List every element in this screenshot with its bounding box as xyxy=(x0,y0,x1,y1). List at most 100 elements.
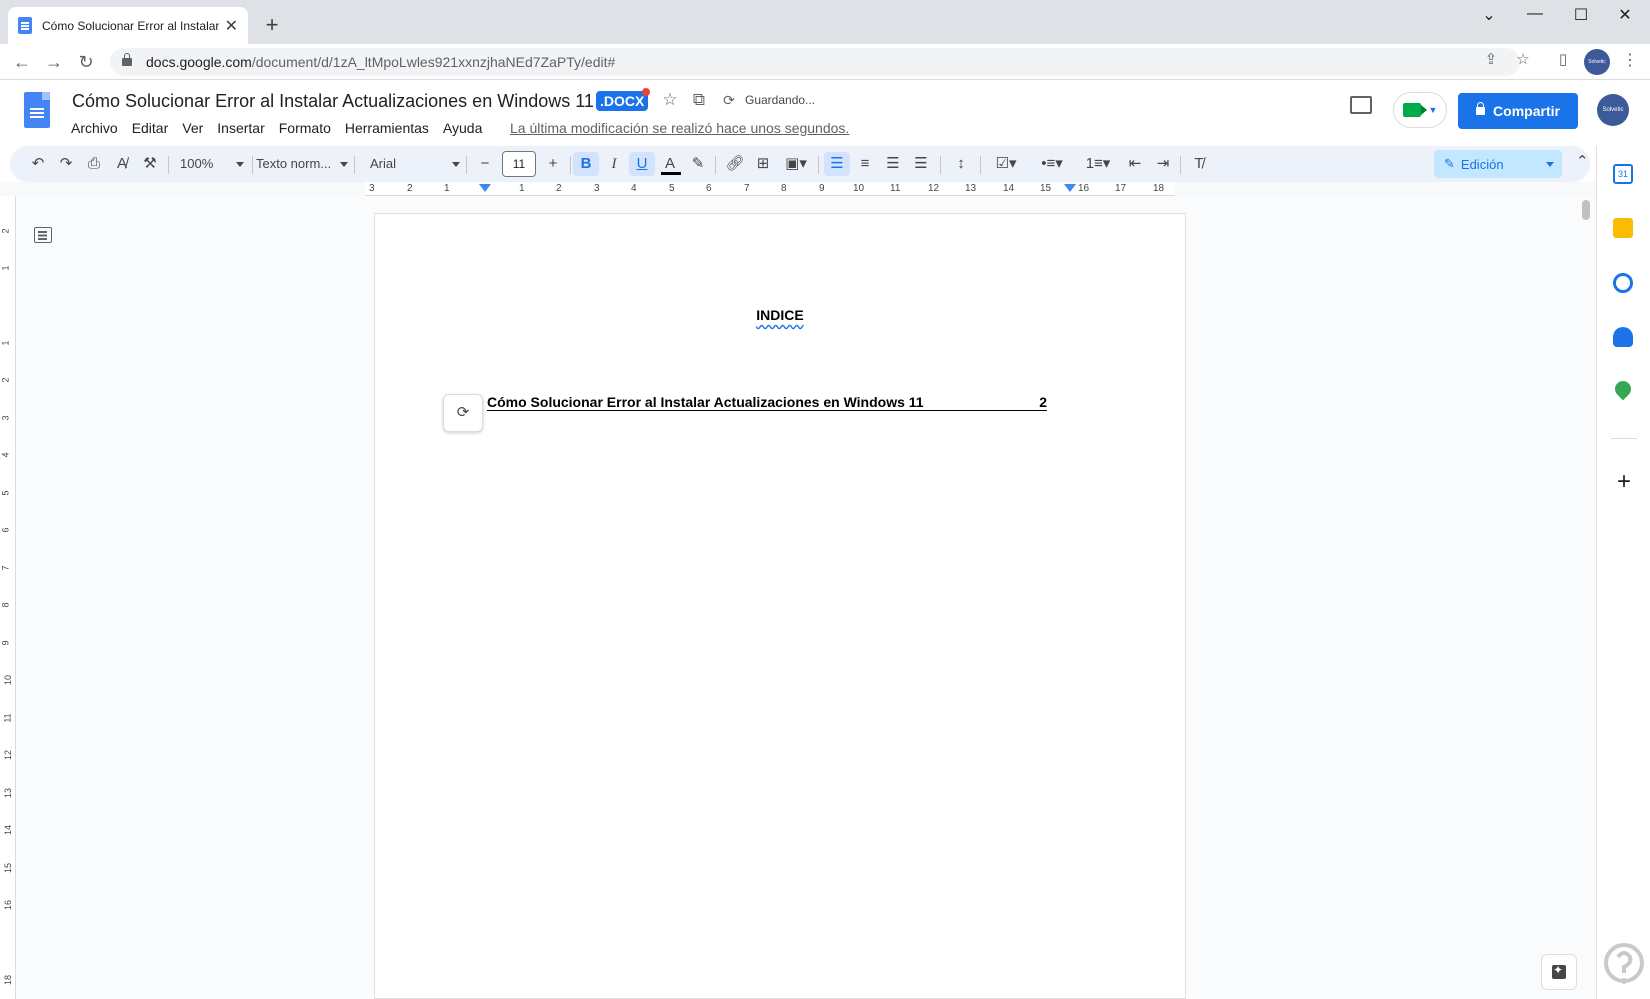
document-outline-icon[interactable] xyxy=(34,227,52,243)
left-indent-marker[interactable] xyxy=(479,184,491,192)
add-comment-icon[interactable]: ⊞ xyxy=(751,152,775,176)
italic-icon[interactable]: I xyxy=(601,152,627,176)
decrease-indent-icon[interactable]: ⇤ xyxy=(1122,152,1148,176)
toc-refresh-button[interactable]: ⟳ xyxy=(443,394,483,432)
browser-tab[interactable]: Cómo Solucionar Error al Instalar ✕ xyxy=(8,7,248,44)
link-icon[interactable]: 🔗︎ xyxy=(723,152,747,176)
move-folder-icon[interactable]: ⧉ xyxy=(688,90,710,110)
text-color-swatch xyxy=(661,172,681,175)
align-center-icon[interactable]: ≡ xyxy=(852,152,878,176)
spellcheck-icon[interactable]: A̸ xyxy=(110,152,134,176)
share-button[interactable]: Compartir xyxy=(1458,93,1578,129)
vruler-label: 12 xyxy=(3,749,14,761)
toc-entry[interactable]: Cómo Solucionar Error al Instalar Actual… xyxy=(487,394,1047,411)
share-page-icon[interactable]: ⇪ xyxy=(1481,50,1501,68)
vruler-label: 2 xyxy=(0,377,11,383)
docx-badge[interactable]: .DOCX xyxy=(596,91,649,111)
highlight-icon[interactable]: ✎ xyxy=(685,152,711,176)
ruler-label: 18 xyxy=(1153,183,1165,194)
bulleted-list-icon[interactable]: •≡▾ xyxy=(1032,152,1072,176)
docs-logo-icon[interactable] xyxy=(24,92,50,128)
menu-archivo[interactable]: Archivo xyxy=(64,118,125,138)
ruler-label: 10 xyxy=(853,183,865,194)
ruler-label: 7 xyxy=(744,183,750,194)
menu-ver[interactable]: Ver xyxy=(175,118,210,138)
new-tab-button[interactable]: + xyxy=(260,12,284,38)
keep-icon[interactable] xyxy=(1613,218,1633,238)
toolbar-divider xyxy=(1180,156,1181,174)
numbered-list-icon[interactable]: 1≡▾ xyxy=(1078,152,1118,176)
forward-arrow-icon[interactable]: → xyxy=(42,50,66,74)
bold-icon[interactable]: B xyxy=(573,152,599,176)
zoom-value: 100% xyxy=(180,156,214,171)
font-size-input[interactable]: 11 xyxy=(502,151,536,177)
menu-formato[interactable]: Formato xyxy=(272,118,338,138)
line-spacing-icon[interactable]: ↕ xyxy=(948,152,974,176)
increase-indent-icon[interactable]: ⇥ xyxy=(1150,152,1176,176)
paragraph-style-select[interactable]: Texto norm... xyxy=(256,152,348,176)
chevron-down-icon xyxy=(1546,162,1554,167)
scrollbar-thumb[interactable] xyxy=(1582,200,1590,220)
align-left-icon[interactable]: ☰ xyxy=(824,152,850,176)
comment-history-icon[interactable] xyxy=(1350,96,1372,114)
decrease-font-size-button[interactable]: − xyxy=(474,152,496,176)
checklist-icon[interactable]: ☑▾ xyxy=(986,152,1026,176)
vruler-label: 8 xyxy=(0,602,11,608)
star-icon[interactable]: ☆ xyxy=(659,90,681,110)
menu-editar[interactable]: Editar xyxy=(125,118,176,138)
tab-search-icon[interactable]: ⌄ xyxy=(1469,5,1509,25)
font-select[interactable]: Arial xyxy=(370,152,460,176)
toolbar-divider xyxy=(466,156,467,174)
url-input[interactable]: docs.google.com/document/d/1zA_ltMpoLwle… xyxy=(110,48,1520,76)
clear-formatting-icon[interactable]: T̸ xyxy=(1186,152,1212,176)
menu-insertar[interactable]: Insertar xyxy=(210,118,271,138)
get-addons-icon[interactable]: + xyxy=(1611,468,1637,496)
contacts-icon[interactable] xyxy=(1613,327,1633,347)
vruler-label: 11 xyxy=(2,713,13,723)
index-heading[interactable]: INDICE xyxy=(375,307,1185,323)
meet-button[interactable]: ▼ xyxy=(1393,92,1447,128)
calendar-icon[interactable]: 31 xyxy=(1613,164,1633,184)
bookmark-star-icon[interactable]: ☆ xyxy=(1513,50,1533,68)
vertical-scrollbar[interactable] xyxy=(1580,198,1592,999)
maximize-button[interactable]: ☐ xyxy=(1561,5,1601,25)
minimize-button[interactable]: — xyxy=(1515,5,1555,23)
tasks-icon[interactable] xyxy=(1613,273,1633,293)
right-indent-marker[interactable] xyxy=(1064,184,1076,192)
tab-title: Cómo Solucionar Error al Instalar xyxy=(42,18,219,33)
image-icon[interactable]: ▣▾ xyxy=(779,152,813,176)
editing-mode-select[interactable]: ✎ Edición xyxy=(1434,150,1562,178)
browser-menu-icon[interactable]: ⋮ xyxy=(1622,50,1638,70)
redo-icon[interactable]: ↷ xyxy=(54,152,78,176)
account-avatar[interactable]: Solvetic xyxy=(1597,94,1629,126)
last-edit-link[interactable]: La última modificación se realizó hace u… xyxy=(510,120,849,136)
tab-close-icon[interactable]: ✕ xyxy=(225,16,238,36)
print-icon[interactable]: ⎙ xyxy=(82,152,106,176)
maps-icon[interactable] xyxy=(1611,377,1635,401)
toolbar-divider xyxy=(354,156,355,174)
side-panel-icon[interactable]: ▯ xyxy=(1553,50,1573,68)
paint-format-icon[interactable]: ⚒ xyxy=(138,152,162,176)
menu-bar: Archivo Editar Ver Insertar Formato Herr… xyxy=(64,118,489,138)
align-right-icon[interactable]: ☰ xyxy=(880,152,906,176)
text-color-icon[interactable]: A xyxy=(657,152,683,176)
menu-herramientas[interactable]: Herramientas xyxy=(338,118,436,138)
explore-button[interactable] xyxy=(1541,954,1577,990)
underline-icon[interactable]: U xyxy=(629,152,655,176)
zoom-select[interactable]: 100% xyxy=(180,152,244,176)
close-window-button[interactable]: ✕ xyxy=(1605,5,1645,25)
menu-ayuda[interactable]: Ayuda xyxy=(436,118,489,138)
document-title[interactable]: Cómo Solucionar Error al Instalar Actual… xyxy=(72,91,594,112)
back-arrow-icon[interactable]: ← xyxy=(10,50,34,74)
browser-profile-avatar[interactable]: Solvetic xyxy=(1584,49,1610,75)
collapse-menus-icon[interactable]: ⌃ xyxy=(1576,152,1589,170)
vertical-ruler: 2 1 1 2 3 4 5 6 7 8 9 10 11 12 13 14 15 … xyxy=(0,196,16,999)
document-page[interactable]: INDICE ⟳ Cómo Solucionar Error al Instal… xyxy=(374,213,1186,999)
justify-icon[interactable]: ☰ xyxy=(908,152,934,176)
ruler-label: 1 xyxy=(519,183,525,194)
increase-font-size-button[interactable]: + xyxy=(542,152,564,176)
reload-icon[interactable]: ↻ xyxy=(74,50,98,74)
ruler-label: 8 xyxy=(781,183,787,194)
undo-icon[interactable]: ↶ xyxy=(26,152,50,176)
vruler-label: 15 xyxy=(3,862,14,874)
